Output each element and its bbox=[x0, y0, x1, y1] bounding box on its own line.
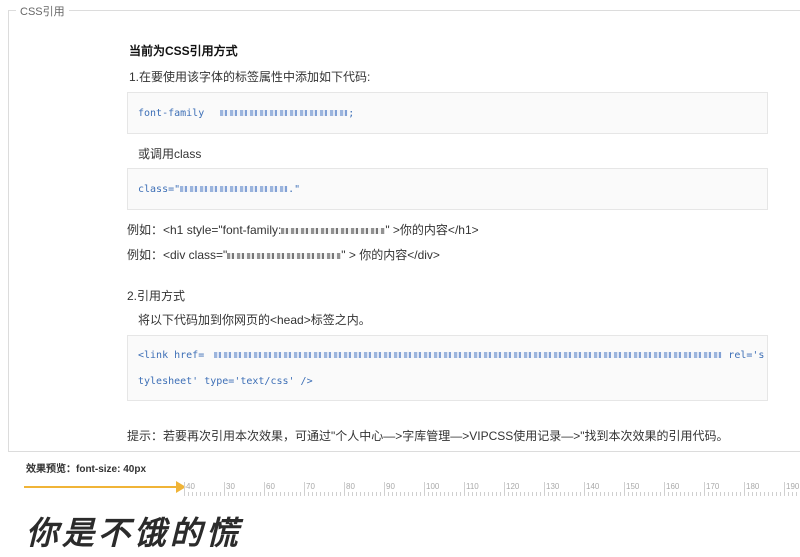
ruler-tick-label: 190 bbox=[786, 482, 800, 491]
ruler-tick-label: 100 bbox=[426, 482, 440, 491]
redacted-font-name bbox=[220, 110, 349, 116]
ruler-tick bbox=[784, 482, 785, 496]
ruler-tick bbox=[664, 482, 665, 496]
ruler-tick-label: 80 bbox=[346, 482, 355, 491]
link-code-suffix: rel='s bbox=[728, 350, 765, 361]
ruler-tick-label: 40 bbox=[186, 482, 195, 491]
ruler-tick bbox=[344, 482, 345, 496]
code-prefix: font-family bbox=[138, 108, 205, 119]
redacted-example-class bbox=[227, 252, 342, 259]
redacted-example-font bbox=[281, 227, 386, 234]
ruler-tick bbox=[704, 482, 705, 496]
ruler-tick-label: 180 bbox=[746, 482, 760, 491]
ruler-tick-label: 110 bbox=[466, 482, 479, 491]
ruler-tick-label: 130 bbox=[546, 482, 560, 491]
link-code-prefix: <link href= bbox=[138, 350, 205, 361]
class-code-prefix: class=" bbox=[138, 184, 181, 195]
example-h1: 例如：<h1 style="font-family: " >你的内容</h1> bbox=[127, 223, 479, 237]
ruler-tick-label: 170 bbox=[706, 482, 720, 491]
font-family-code-box[interactable]: font-family ; bbox=[127, 92, 768, 134]
ruler-tick bbox=[504, 482, 505, 496]
ruler-tick bbox=[184, 482, 185, 496]
or-class-label: 或调用class bbox=[138, 147, 202, 161]
ruler-tick bbox=[744, 482, 745, 496]
link-code-box[interactable]: <link href= rel='s tylesheet' type='text… bbox=[127, 335, 768, 401]
ruler-tick bbox=[304, 482, 305, 496]
step2-title: 2.引用方式 bbox=[127, 289, 186, 303]
ruler-tick bbox=[224, 482, 225, 496]
link-code-line2: tylesheet' type='text/css' /> bbox=[138, 376, 313, 387]
ruler-tick bbox=[424, 482, 425, 496]
step2-desc: 将以下代码加到你网页的<head>标签之内。 bbox=[138, 313, 371, 327]
ruler-tick bbox=[264, 482, 265, 496]
ruler-tick bbox=[544, 482, 545, 496]
code-suffix: ; bbox=[348, 108, 355, 119]
ruler-tick-label: 30 bbox=[226, 482, 235, 491]
ruler-tick-label: 60 bbox=[266, 482, 275, 491]
tip-text: 提示：若要再次引用本次效果，可通过"个人中心—>字库管理—>VIPCSS使用记录… bbox=[127, 429, 729, 443]
ruler-tick bbox=[384, 482, 385, 496]
font-size-slider-track[interactable] bbox=[24, 486, 178, 488]
preview-sample-text: 你是不饿的慌 bbox=[26, 514, 243, 552]
fieldset-legend: CSS引用 bbox=[16, 3, 69, 19]
step1-title: 1.在要使用该字体的标签属性中添加如下代码: bbox=[129, 70, 371, 84]
ruler-tick-label: 140 bbox=[586, 482, 600, 491]
ruler-tick-label: 70 bbox=[306, 482, 315, 491]
ruler-tick bbox=[584, 482, 585, 496]
font-size-ruler[interactable]: 40 30 60 70 80 90 100 110 120 130 140 150 160 170 180 1… bbox=[184, 482, 800, 496]
preview-label: 效果预览：font-size: 40px bbox=[26, 464, 147, 475]
ruler-tick-label: 150 bbox=[626, 482, 640, 491]
ruler-tick-label: 160 bbox=[666, 482, 680, 491]
class-code-box[interactable]: class=" ." bbox=[127, 168, 768, 210]
redacted-class-name bbox=[180, 186, 289, 192]
class-code-suffix: ." bbox=[288, 184, 301, 195]
section-heading: 当前为CSS引用方式 bbox=[129, 44, 238, 58]
ruler-tick-label: 120 bbox=[506, 482, 520, 491]
ruler-tick bbox=[624, 482, 625, 496]
ruler-tick-label: 90 bbox=[386, 482, 395, 491]
example-div: 例如：<div class=" " > 你的内容</div> bbox=[127, 248, 440, 262]
redacted-link-url bbox=[214, 352, 723, 358]
ruler-tick bbox=[464, 482, 465, 496]
